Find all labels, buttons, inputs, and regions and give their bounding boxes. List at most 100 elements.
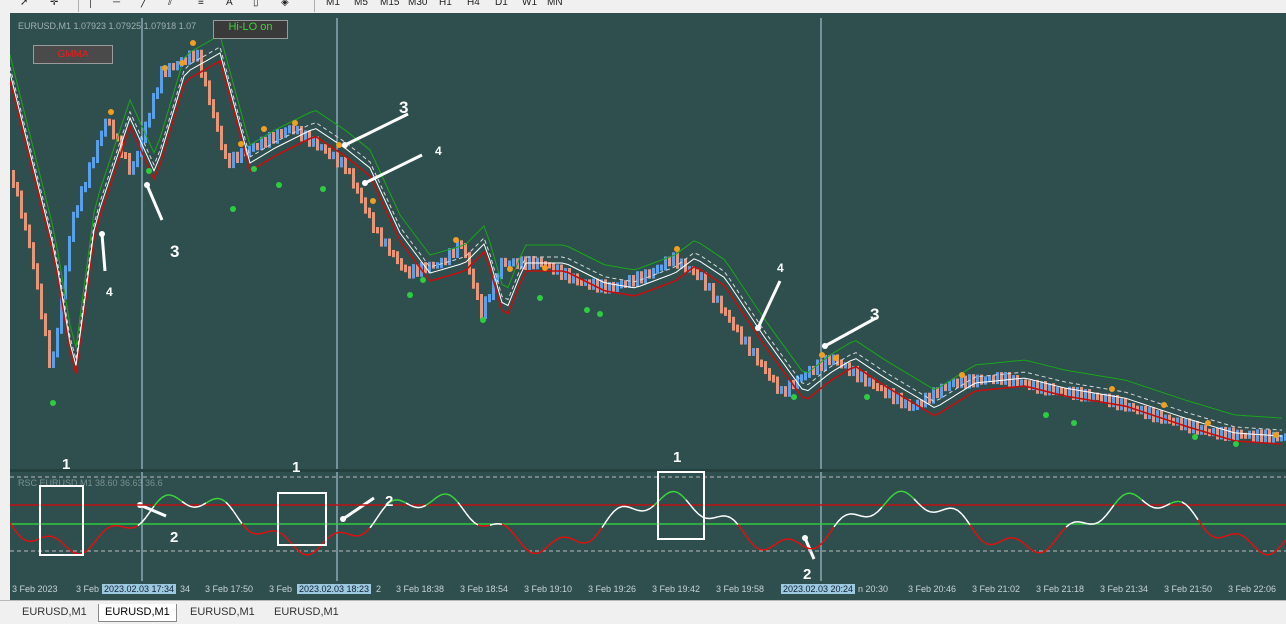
candle bbox=[412, 264, 415, 278]
candle bbox=[720, 296, 723, 314]
timeframe-h1[interactable]: H1 bbox=[439, 0, 452, 8]
oscillator-segment bbox=[630, 508, 634, 510]
oscillator-segment bbox=[26, 541, 30, 542]
oscillator-segment bbox=[822, 538, 826, 543]
time-label: n 20:30 bbox=[858, 584, 888, 594]
candle bbox=[500, 258, 503, 279]
low-dot bbox=[1071, 420, 1077, 426]
oscillator-segment bbox=[898, 491, 902, 492]
hilo-button[interactable]: Hi-LO on bbox=[213, 20, 288, 39]
low-dot bbox=[230, 206, 236, 212]
arrow-head bbox=[340, 516, 346, 522]
timeframe-w1[interactable]: W1 bbox=[522, 0, 537, 8]
timeframe-m30[interactable]: M30 bbox=[408, 0, 427, 8]
candle bbox=[460, 240, 463, 249]
oscillator-segment bbox=[402, 501, 406, 503]
oscillator-segment bbox=[910, 495, 914, 499]
candle bbox=[444, 258, 447, 265]
oscillator-segment bbox=[1214, 537, 1218, 538]
oscillator-segment bbox=[294, 546, 298, 550]
oscillator-segment bbox=[606, 516, 610, 522]
oscillator-segment bbox=[954, 509, 958, 511]
oscillator-segment bbox=[1206, 531, 1210, 535]
high-dot bbox=[833, 355, 839, 361]
annotation-label: 2 bbox=[803, 566, 811, 583]
oscillator-segment bbox=[450, 495, 454, 498]
candle bbox=[992, 375, 995, 384]
candle bbox=[800, 374, 803, 381]
oscillator-segment bbox=[938, 510, 942, 511]
candle bbox=[860, 371, 863, 382]
candle bbox=[564, 268, 567, 280]
channel-icon[interactable]: ⫽ bbox=[168, 0, 172, 8]
candle bbox=[340, 157, 343, 167]
arrow-head bbox=[144, 182, 150, 188]
oscillator-segment bbox=[638, 510, 642, 511]
oscillator-segment bbox=[1014, 538, 1018, 539]
oscillator-segment bbox=[134, 526, 138, 528]
oscillator-segment bbox=[754, 546, 758, 549]
candle bbox=[1184, 418, 1187, 430]
oscillator-segment bbox=[522, 545, 526, 549]
chart-tab[interactable]: EURUSD,M1 bbox=[184, 604, 261, 621]
oscillator-segment bbox=[782, 539, 786, 540]
oscillator-segment bbox=[30, 541, 34, 542]
oscillator-segment bbox=[1050, 542, 1054, 547]
timeframe-m15[interactable]: M15 bbox=[380, 0, 399, 8]
fibonacci-icon[interactable]: ≡ bbox=[198, 0, 204, 8]
oscillator-segment bbox=[1078, 522, 1082, 523]
horizontal-line-icon[interactable]: ─ bbox=[113, 0, 120, 8]
high-dot bbox=[108, 109, 114, 115]
candle bbox=[904, 399, 907, 408]
timeframe-mn[interactable]: MN bbox=[547, 0, 563, 8]
candle bbox=[976, 375, 979, 388]
oscillator-segment bbox=[1138, 497, 1142, 500]
candle bbox=[252, 143, 255, 152]
text-tool[interactable]: A bbox=[226, 0, 233, 8]
annotation-label: 3 bbox=[170, 242, 179, 262]
oscillator-segment bbox=[442, 494, 446, 495]
crosshair-icon[interactable]: ✛ bbox=[50, 0, 58, 8]
vertical-line-icon[interactable]: │ bbox=[88, 0, 94, 8]
chart-tab[interactable]: EURUSD,M1 bbox=[268, 604, 345, 621]
cursor-icon[interactable]: ➚ bbox=[20, 0, 28, 8]
arrow-head bbox=[755, 325, 761, 331]
annotation-label: 4 bbox=[106, 285, 113, 299]
white-ma-line bbox=[10, 53, 1282, 436]
candle bbox=[88, 162, 91, 188]
chart-tab-active[interactable]: EURUSD,M1 bbox=[98, 604, 177, 622]
candle bbox=[372, 212, 375, 233]
candle bbox=[72, 212, 75, 242]
annotation-arrow bbox=[343, 498, 374, 519]
shapes-icon[interactable]: ◈ bbox=[281, 0, 289, 8]
oscillator-segment bbox=[246, 528, 250, 531]
annotation-label: 2 bbox=[385, 493, 393, 510]
oscillator-segment bbox=[1178, 501, 1182, 502]
candle bbox=[368, 208, 371, 219]
gmma-button[interactable]: GMMA bbox=[33, 45, 113, 64]
chart-window[interactable]: EURUSD,M1 1.07923 1.07925 1.07918 1.07 H… bbox=[10, 13, 1286, 600]
candle bbox=[708, 283, 711, 291]
candle bbox=[1120, 398, 1123, 410]
oscillator-segment bbox=[530, 552, 534, 553]
timeframe-d1[interactable]: D1 bbox=[495, 0, 508, 8]
timeframe-h4[interactable]: H4 bbox=[467, 0, 480, 8]
trendline-icon[interactable]: ╱ bbox=[141, 0, 147, 8]
annotation-arrow bbox=[825, 318, 876, 346]
oscillator-segment bbox=[926, 510, 930, 512]
chart-tab[interactable]: EURUSD,M1 bbox=[16, 604, 93, 621]
candle bbox=[24, 213, 27, 231]
label-icon[interactable]: ▯ bbox=[253, 0, 259, 8]
oscillator-segment bbox=[94, 538, 98, 543]
oscillator-segment bbox=[258, 533, 262, 534]
oscillator-segment bbox=[1174, 501, 1178, 502]
timeframe-m5[interactable]: M5 bbox=[354, 0, 368, 8]
timeframe-m1[interactable]: M1 bbox=[326, 0, 340, 8]
candle bbox=[924, 393, 927, 408]
oscillator-segment bbox=[510, 530, 514, 535]
candle bbox=[552, 262, 555, 274]
oscillator-segment bbox=[158, 497, 162, 501]
candle bbox=[336, 152, 339, 168]
candle bbox=[952, 378, 955, 387]
oscillator-segment bbox=[1054, 537, 1058, 542]
